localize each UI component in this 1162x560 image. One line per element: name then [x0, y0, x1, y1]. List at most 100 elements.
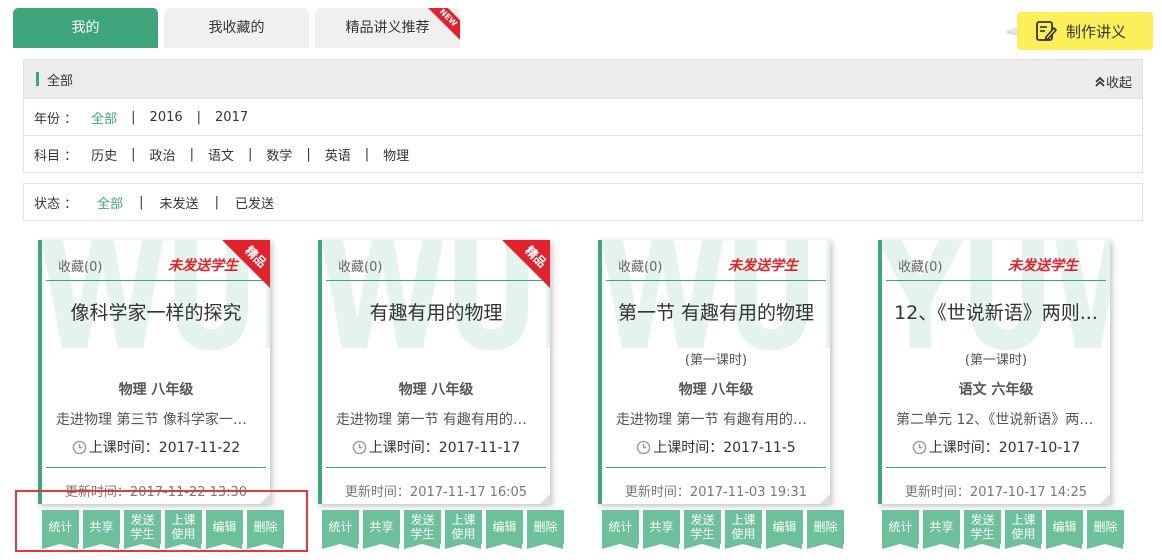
divider: |: [247, 146, 253, 162]
card-title[interactable]: 有趣有用的物理: [328, 298, 544, 325]
send-status: 未发送学生: [1008, 258, 1078, 274]
card-grade: 物理 八年级: [118, 382, 194, 398]
edit-button[interactable]: 编辑: [1046, 510, 1083, 549]
divider: |: [131, 109, 136, 125]
divider: |: [364, 146, 370, 162]
divider: |: [196, 109, 202, 125]
divider: |: [214, 194, 219, 210]
tab-recommended[interactable]: 精品讲义推荐 NEW: [315, 8, 460, 48]
handout-card[interactable]: WULI 收藏(0) 未发送学生 第一节 有趣有用的物理 (第一课时) 物理 八…: [598, 240, 830, 504]
premium-badge: 精品: [222, 240, 270, 288]
divider: [886, 467, 1106, 468]
clock-icon: [352, 440, 367, 454]
edit-button[interactable]: 编辑: [486, 510, 523, 549]
collapse-label: 收起: [1105, 76, 1132, 91]
page-fold: [1100, 494, 1110, 504]
send-status: 未发送学生: [728, 258, 798, 274]
clock-icon: [72, 440, 87, 454]
delete-button[interactable]: 删除: [807, 510, 844, 549]
year-option-2017[interactable]: 2017: [215, 110, 248, 125]
handout-card[interactable]: YUWEN 收藏(0) 未发送学生 12、《世说新语》两则... (第一课时) …: [878, 240, 1110, 504]
use-in-class-button[interactable]: 上课 使用: [445, 510, 482, 549]
card-subtitle: (第一课时): [684, 353, 748, 368]
card-title[interactable]: 12、《世说新语》两则...: [888, 298, 1104, 325]
subject-filter-row: 科目 ： 历史 | 政治 | 语文 | 数学 | 英语 | 物理: [23, 136, 1143, 173]
divider: [886, 280, 1106, 281]
year-filter-row: 年份 ： 全部 | 2016 | 2017: [23, 99, 1143, 136]
subject-option-chinese[interactable]: 语文: [208, 145, 234, 164]
favorite-count[interactable]: 收藏(0): [898, 256, 1110, 275]
tab-bar: 我的 我收藏的 精品讲义推荐 NEW: [13, 8, 466, 48]
stats-button[interactable]: 统计: [602, 510, 639, 549]
subject-option-physics[interactable]: 物理: [383, 145, 409, 164]
subject-option-english[interactable]: 英语: [325, 145, 351, 164]
divider: [606, 280, 826, 281]
make-handout-button[interactable]: 制作讲义: [1017, 12, 1153, 50]
tab-recommended-label: 精品讲义推荐: [345, 20, 430, 36]
card-grade: 物理 八年级: [398, 382, 474, 398]
collapse-button[interactable]: 收起: [1094, 72, 1132, 91]
filter-header: 全部 收起: [23, 59, 1143, 99]
clock-icon: [912, 440, 927, 454]
divider: [46, 467, 266, 468]
accent-bar: [36, 72, 39, 86]
edit-button[interactable]: 编辑: [766, 510, 803, 549]
new-badge: NEW: [424, 8, 460, 42]
current-filter: 全部: [47, 73, 74, 89]
card-actions: 统计 共享 发送 学生 上课 使用 编辑 删除: [602, 510, 848, 549]
divider: [606, 467, 826, 468]
subject-option-politics[interactable]: 政治: [150, 145, 176, 164]
double-chevron-up-icon: [1095, 76, 1105, 87]
stats-button[interactable]: 统计: [322, 510, 359, 549]
premium-badge: 精品: [502, 240, 550, 288]
card-description: 走进物理 第一节 有趣有用的物...: [336, 412, 540, 428]
edit-icon: [1036, 21, 1057, 41]
use-in-class-button[interactable]: 上课 使用: [725, 510, 762, 549]
status-label: 状态 ：: [34, 196, 78, 212]
subject-option-math[interactable]: 数学: [266, 145, 292, 164]
divider: |: [189, 146, 194, 162]
status-option-all[interactable]: 全部: [97, 193, 123, 212]
class-time: 上课时间：2017-11-22: [42, 437, 270, 457]
tab-favorites[interactable]: 我收藏的: [164, 8, 309, 48]
clock-icon: [636, 440, 651, 454]
send-student-button[interactable]: 发送 学生: [964, 510, 1001, 549]
use-in-class-button[interactable]: 上课 使用: [1005, 510, 1042, 549]
class-time-text: 上课时间：2017-11-22: [88, 440, 241, 456]
card-actions: 统计 共享 发送 学生 上课 使用 编辑 删除: [882, 510, 1128, 549]
page-fold: [820, 494, 830, 504]
class-time: 上课时间：2017-11-5: [602, 437, 830, 457]
send-student-button[interactable]: 发送 学生: [684, 510, 721, 549]
handout-card[interactable]: WULI 收藏(0) 有趣有用的物理 物理 八年级 走进物理 第一节 有趣有用的…: [318, 240, 550, 504]
card-actions: 统计 共享 发送 学生 上课 使用 编辑 删除: [322, 510, 568, 549]
share-button[interactable]: 共享: [923, 510, 960, 549]
card-title[interactable]: 像科学家一样的探究: [48, 298, 264, 325]
status-option-unsent[interactable]: 未发送: [160, 193, 199, 212]
subject-option-history[interactable]: 历史: [91, 145, 117, 164]
year-option-2016[interactable]: 2016: [150, 110, 183, 125]
stats-button[interactable]: 统计: [882, 510, 919, 549]
favorite-count[interactable]: 收藏(0): [618, 256, 830, 275]
card-subtitle: (第一课时): [964, 353, 1028, 368]
send-student-button[interactable]: 发送 学生: [404, 510, 441, 549]
year-option-all[interactable]: 全部: [91, 108, 117, 127]
status-option-sent[interactable]: 已发送: [235, 193, 274, 212]
make-handout-label: 制作讲义: [1066, 22, 1127, 41]
divider: |: [306, 146, 311, 162]
card-title[interactable]: 第一节 有趣有用的物理: [608, 298, 824, 325]
class-time: 上课时间：2017-10-17: [882, 437, 1110, 457]
updated-time: 更新时间：2017-11-17 16:05: [344, 485, 528, 500]
class-time-text: 上课时间：2017-10-17: [928, 440, 1081, 456]
tab-mine[interactable]: 我的: [13, 8, 158, 48]
status-filter-row: 状态 ： 全部 | 未发送 | 已发送: [23, 183, 1143, 221]
updated-time: 更新时间：2017-10-17 14:25: [904, 485, 1088, 500]
class-time-text: 上课时间：2017-11-5: [653, 440, 796, 456]
highlight-box: [15, 490, 308, 552]
divider: [326, 467, 546, 468]
handout-card[interactable]: WULI 收藏(0) 未发送学生 像科学家一样的探究 物理 八年级 走进物理 第…: [38, 240, 270, 504]
delete-button[interactable]: 删除: [527, 510, 564, 549]
delete-button[interactable]: 删除: [1087, 510, 1124, 549]
share-button[interactable]: 共享: [643, 510, 680, 549]
share-button[interactable]: 共享: [363, 510, 400, 549]
divider: |: [139, 194, 144, 210]
